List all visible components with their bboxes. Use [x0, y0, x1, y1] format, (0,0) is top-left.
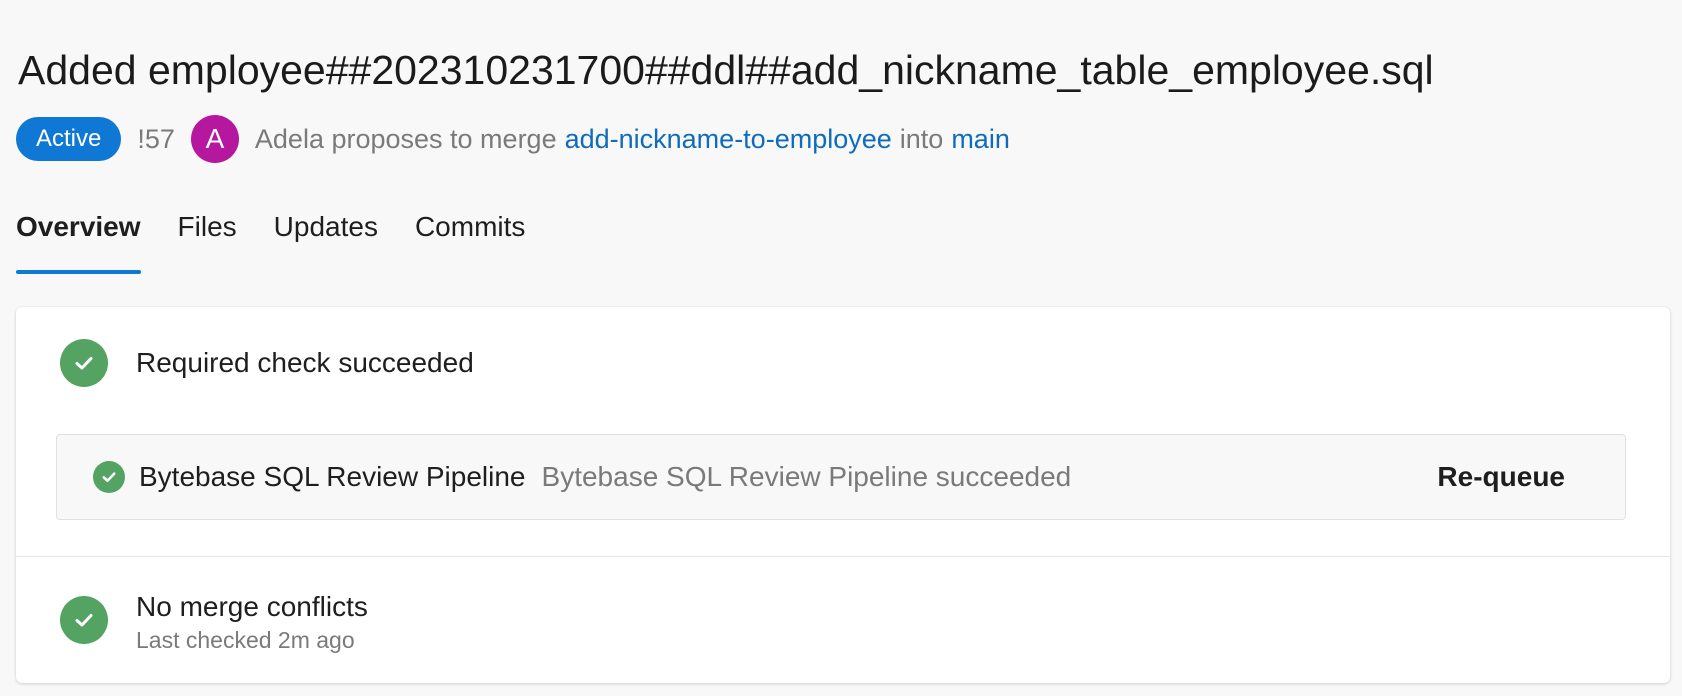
avatar-initial: A — [205, 123, 225, 154]
pipeline-status: Bytebase SQL Review Pipeline succeeded — [541, 461, 1072, 492]
status-badge: Active — [16, 117, 122, 161]
pr-meta: Active !57 A Adela proposes to merge add… — [16, 115, 1010, 163]
merge-status-title: No merge conflicts — [136, 591, 368, 622]
checks-card: Required check succeeded Bytebase SQL Re… — [16, 307, 1670, 683]
tab-commits[interactable]: Commits — [415, 202, 525, 274]
pipeline-name: Bytebase SQL Review Pipeline — [139, 461, 526, 492]
requeue-button[interactable]: Re-queue — [1437, 455, 1565, 499]
merge-check-icon — [60, 596, 108, 644]
proposer-text: Adela proposes to merge — [254, 123, 557, 154]
pipeline-check-icon — [93, 461, 125, 493]
target-branch-link[interactable]: main — [951, 124, 1010, 155]
tab-files[interactable]: Files — [178, 202, 237, 274]
divider — [16, 556, 1670, 557]
page-title: Added employee##202310231700##ddl##add_n… — [18, 47, 1434, 93]
into-text: into — [899, 123, 944, 154]
tab-bar: Overview Files Updates Commits — [16, 202, 562, 274]
avatar[interactable]: A — [190, 115, 239, 163]
required-check-icon — [60, 339, 108, 387]
required-check-title: Required check succeeded — [136, 347, 474, 378]
pr-id: !57 — [137, 123, 175, 154]
tab-overview[interactable]: Overview — [16, 202, 141, 274]
source-branch-link[interactable]: add-nickname-to-employee — [565, 124, 892, 155]
tab-updates[interactable]: Updates — [274, 202, 378, 274]
pipeline-check-row: Bytebase SQL Review Pipeline Bytebase SQ… — [56, 434, 1626, 520]
merge-last-checked: Last checked 2m ago — [136, 627, 355, 653]
